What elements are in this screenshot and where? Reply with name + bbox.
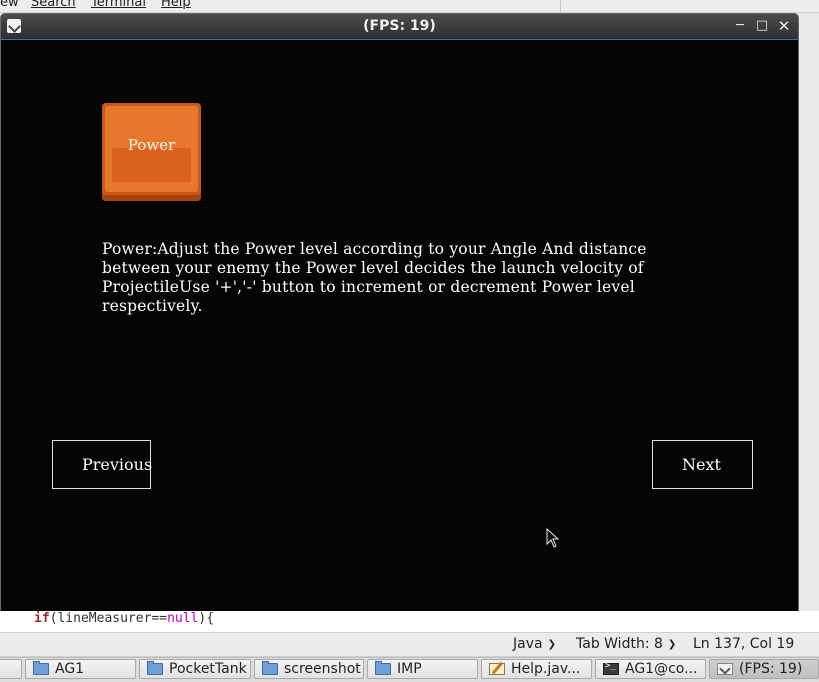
code-text-end: ){ <box>198 611 215 626</box>
game-window: (FPS: 19) ─ □ ✕ Power Power:Adjust the P… <box>0 13 799 612</box>
menu-help[interactable]: Help <box>161 0 191 10</box>
folder-icon <box>262 661 278 675</box>
taskbar-item-hidden[interactable] <box>0 659 22 679</box>
java-app-icon <box>717 663 733 675</box>
minimize-icon[interactable]: ─ <box>733 19 747 33</box>
taskbar-item-ag1[interactable]: AG1 <box>25 659 136 679</box>
taskbar-item-game[interactable]: (FPS: 19) <box>709 659 819 679</box>
power-key-label: Power <box>127 136 176 154</box>
maximize-icon[interactable]: □ <box>755 19 769 33</box>
taskbar-item-pockettank[interactable]: PocketTank <box>139 659 251 679</box>
taskbar-item-terminal[interactable]: AG1@co... <box>595 659 706 679</box>
text-editor-icon <box>489 663 505 675</box>
description-line: between your enemy the Power level decid… <box>102 259 644 277</box>
description-line: Power:Adjust the Power level according t… <box>102 240 647 258</box>
previous-button-label: Previous <box>82 455 153 474</box>
help-canvas: Power Power:Adjust the Power level accor… <box>1 40 798 611</box>
background-menubar: ew Search Terminal Help <box>0 0 819 13</box>
editor-statusbar: Java ❯ Tab Width: 8 ❯ Ln 137, Col 19 <box>0 633 819 657</box>
window-titlebar[interactable]: (FPS: 19) ─ □ ✕ <box>1 14 798 39</box>
taskbar: AG1 PocketTank screenshot IMP Help.jav..… <box>0 657 819 682</box>
menubar-divider <box>560 0 561 12</box>
menu-terminal[interactable]: Terminal <box>91 0 146 10</box>
cursor-position: Ln 137, Col 19 <box>693 636 795 652</box>
window-title: (FPS: 19) <box>363 18 436 34</box>
folder-icon <box>375 661 391 675</box>
editor-code-line[interactable]: if(lineMeasurer==null){ <box>0 611 819 629</box>
folder-icon <box>147 661 163 675</box>
chevron-down-icon: ❯ <box>667 639 677 650</box>
close-icon[interactable]: ✕ <box>777 19 791 34</box>
taskbar-item-screenshot[interactable]: screenshot <box>254 659 364 679</box>
description-line: ProjectileUse '+','-' button to incremen… <box>102 278 635 296</box>
description-line: respectively. <box>102 297 203 315</box>
mouse-pointer-icon <box>546 528 560 548</box>
taskbar-item-help-java[interactable]: Help.jav... <box>481 659 592 679</box>
code-text: (lineMeasurer== <box>49 611 168 626</box>
chevron-down-icon: ❯ <box>547 639 556 650</box>
next-button-label: Next <box>682 455 721 474</box>
menu-search[interactable]: Search <box>31 0 76 10</box>
terminal-icon <box>603 661 619 675</box>
next-button[interactable]: Next <box>652 440 753 489</box>
language-selector[interactable]: Java ❯ <box>513 636 556 652</box>
folder-icon <box>33 661 49 675</box>
code-keyword: if <box>34 611 50 626</box>
code-literal: null <box>167 611 199 626</box>
tab-width-selector[interactable]: Tab Width: 8 ❯ <box>576 636 676 652</box>
previous-button[interactable]: Previous <box>52 440 153 489</box>
help-description: Power:Adjust the Power level according t… <box>102 240 702 316</box>
power-key-image: Power <box>102 103 201 201</box>
menu-view[interactable]: ew <box>0 0 19 10</box>
taskbar-item-imp[interactable]: IMP <box>367 659 478 679</box>
